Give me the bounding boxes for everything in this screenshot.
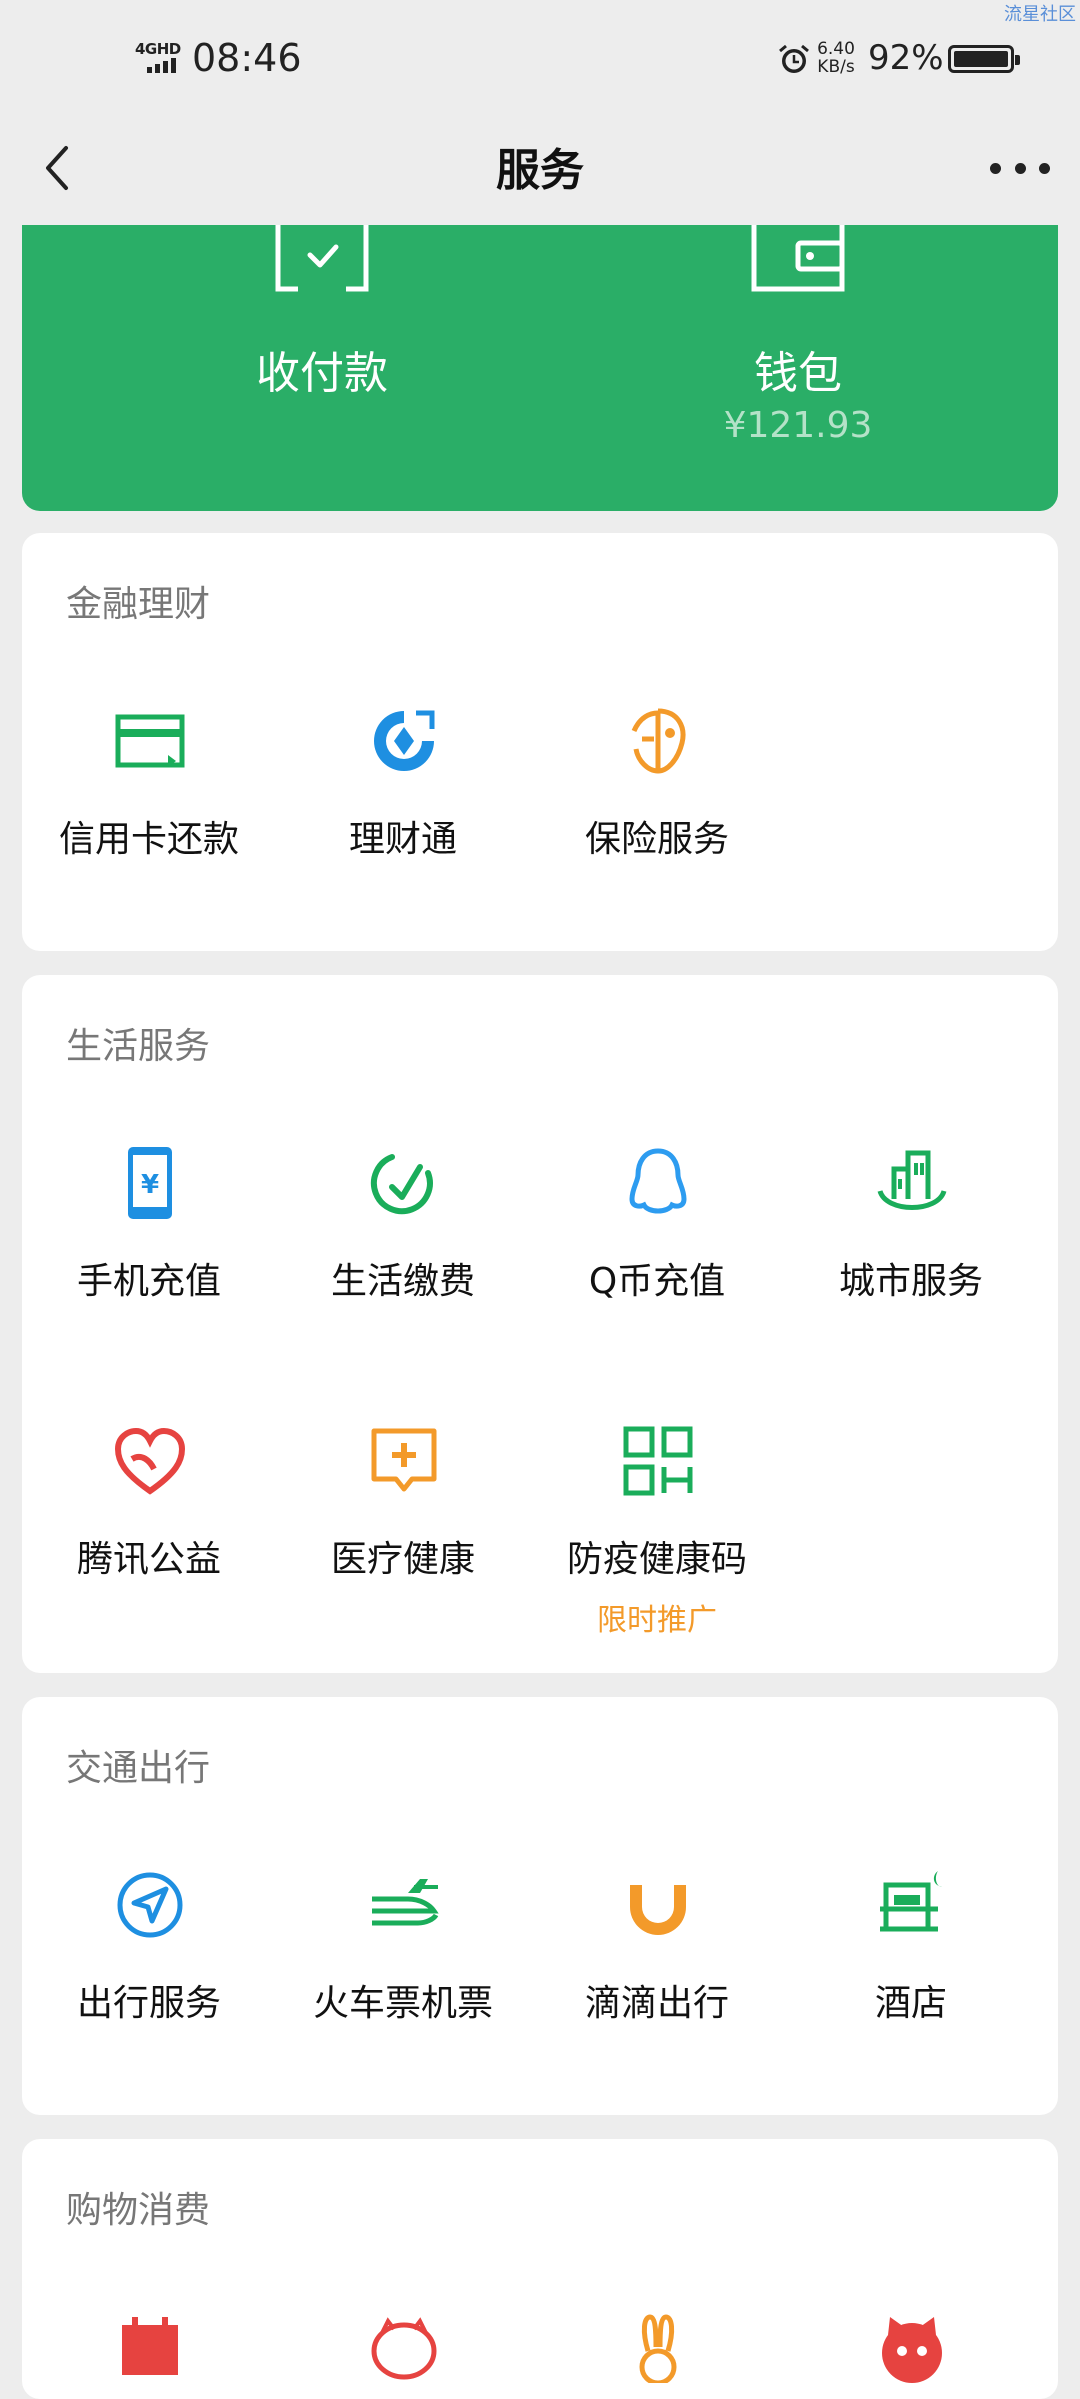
service-label: 酒店 bbox=[874, 1983, 947, 2024]
calendar-icon bbox=[122, 2317, 178, 2375]
service-shopping-4[interactable] bbox=[784, 2311, 1038, 2383]
service-label: Q币充值 bbox=[588, 1261, 726, 1302]
page-title: 服务 bbox=[496, 145, 584, 196]
service-train-plane[interactable]: 火车票机票 bbox=[276, 1869, 530, 2029]
service-insurance[interactable]: 保险服务 bbox=[530, 705, 784, 865]
battery-icon bbox=[948, 45, 1020, 73]
pay-receive-button[interactable]: 收付款 bbox=[122, 225, 522, 511]
signal-icon bbox=[147, 58, 176, 73]
network-type: 4GHD bbox=[135, 40, 181, 58]
hotel-bed-icon bbox=[880, 1871, 942, 1932]
licaitong-icon bbox=[374, 710, 435, 771]
qr-code-icon bbox=[623, 1426, 693, 1496]
speed-value: 6.40 bbox=[817, 39, 855, 59]
service-label: 火车票机票 bbox=[312, 1983, 493, 2024]
section-title: 金融理财 bbox=[66, 584, 211, 625]
service-licaitong[interactable]: 理财通 bbox=[276, 705, 530, 865]
service-label: 出行服务 bbox=[76, 1983, 221, 2024]
network-speed: 6.40 KB/s bbox=[814, 40, 858, 76]
finance-section: 金融理财 信用卡还款 理财通 保险服务 bbox=[22, 533, 1058, 951]
medical-icon bbox=[371, 1428, 437, 1492]
travel-section: 交通出行 出行服务 火车票机票 滴滴出行 酒店 bbox=[22, 1697, 1058, 2115]
svg-text:¥: ¥ bbox=[141, 1170, 159, 1200]
service-charity[interactable]: 腾讯公益 bbox=[22, 1425, 276, 1585]
shopping-section: 购物消费 bbox=[22, 2139, 1058, 2399]
didi-icon bbox=[630, 1885, 686, 1935]
bill-payment-icon bbox=[370, 1154, 433, 1215]
service-bill-payment[interactable]: 生活缴费 bbox=[276, 1147, 530, 1307]
pay-receive-label: 收付款 bbox=[256, 348, 388, 399]
wallet-balance: ¥121.93 bbox=[723, 405, 873, 446]
service-label: 信用卡还款 bbox=[58, 819, 239, 860]
service-shopping-2[interactable] bbox=[276, 2311, 530, 2383]
section-title: 购物消费 bbox=[66, 2190, 211, 2231]
service-label: 医疗健康 bbox=[330, 1539, 475, 1580]
wallet-label: 钱包 bbox=[754, 348, 842, 399]
service-hotel[interactable]: 酒店 bbox=[784, 1869, 1038, 2029]
wallet-icon bbox=[751, 225, 845, 292]
status-bar: 4GHD 08:46 6.40 KB/s 92% bbox=[0, 0, 1080, 120]
more-options-icon[interactable] bbox=[990, 148, 1050, 188]
promo-badge: 限时推广 bbox=[597, 1603, 717, 1638]
service-label: 腾讯公益 bbox=[76, 1539, 221, 1580]
nav-bar: 服务 bbox=[0, 120, 1080, 225]
pig-icon bbox=[371, 2317, 437, 2380]
charity-heart-icon bbox=[114, 1427, 186, 1495]
life-services-section: 生活服务 ¥ 手机充值 生活缴费 Q币充值 城市服务 腾讯公益 医疗健康 防疫健… bbox=[22, 975, 1058, 1673]
service-shopping-3[interactable] bbox=[530, 2311, 784, 2383]
train-plane-icon bbox=[372, 1879, 439, 1926]
cat-icon bbox=[882, 2317, 942, 2383]
service-label: 防疫健康码 bbox=[566, 1539, 747, 1580]
service-didi[interactable]: 滴滴出行 bbox=[530, 1869, 784, 2029]
section-title: 交通出行 bbox=[66, 1748, 211, 1789]
phone-recharge-icon: ¥ bbox=[128, 1147, 172, 1219]
qq-penguin-icon bbox=[629, 1148, 687, 1214]
section-title: 生活服务 bbox=[66, 1026, 211, 1067]
city-buildings-icon bbox=[877, 1150, 947, 1210]
speed-unit: KB/s bbox=[817, 57, 855, 77]
service-shopping-1[interactable] bbox=[22, 2311, 276, 2383]
service-label: 手机充值 bbox=[76, 1261, 221, 1302]
service-label: 城市服务 bbox=[838, 1261, 983, 1302]
service-label: 滴滴出行 bbox=[584, 1983, 729, 2024]
service-medical[interactable]: 医疗健康 bbox=[276, 1425, 530, 1585]
service-phone-recharge[interactable]: ¥ 手机充值 bbox=[22, 1147, 276, 1307]
credit-card-icon bbox=[115, 714, 185, 768]
service-city[interactable]: 城市服务 bbox=[784, 1147, 1038, 1307]
wallet-button[interactable]: 钱包 ¥121.93 bbox=[598, 225, 998, 511]
alarm-icon bbox=[779, 44, 809, 73]
navigation-icon bbox=[117, 1872, 183, 1938]
service-label: 生活缴费 bbox=[330, 1261, 475, 1302]
payment-wallet-card: 收付款 钱包 ¥121.93 bbox=[22, 225, 1058, 511]
insurance-icon bbox=[631, 708, 686, 774]
service-label: 理财通 bbox=[348, 819, 457, 860]
service-health-code[interactable]: 防疫健康码 限时推广 bbox=[530, 1425, 784, 1645]
service-q-coin[interactable]: Q币充值 bbox=[530, 1147, 784, 1307]
service-label: 保险服务 bbox=[584, 819, 729, 860]
network-indicator: 4GHD bbox=[135, 40, 183, 76]
service-credit-card[interactable]: 信用卡还款 bbox=[22, 705, 276, 865]
rabbit-icon bbox=[639, 2314, 677, 2383]
battery-percent: 92% bbox=[868, 38, 944, 78]
service-travel[interactable]: 出行服务 bbox=[22, 1869, 276, 2029]
scan-check-icon bbox=[275, 225, 369, 292]
status-time: 08:46 bbox=[192, 36, 302, 80]
